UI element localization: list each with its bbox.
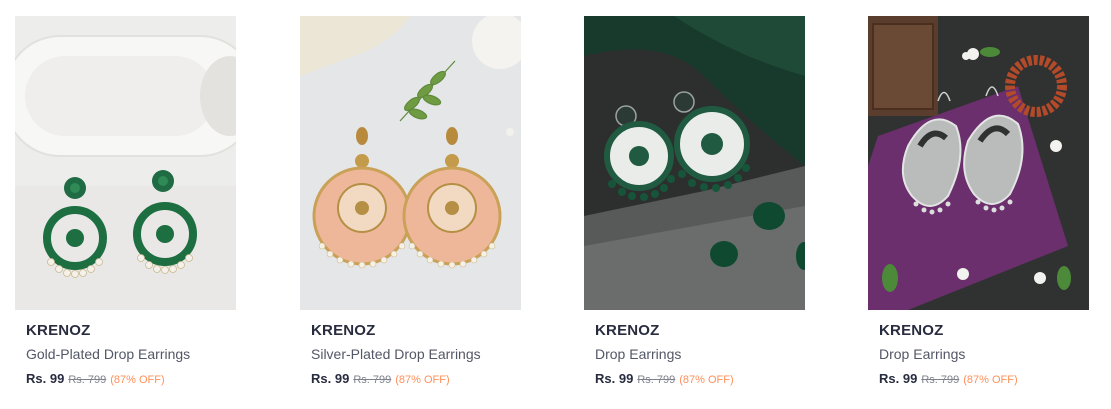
product-image[interactable]: [584, 16, 805, 310]
earrings-image: [868, 16, 1089, 310]
price-row: Rs. 99 Rs. 799 (87% OFF): [595, 371, 805, 388]
product-card[interactable]: KRENOZ Drop Earrings Rs. 99 Rs. 799 (87% O…: [584, 16, 805, 388]
product-discount: (87% OFF): [395, 374, 450, 386]
earrings-image: [15, 16, 236, 310]
product-brand: KRENOZ: [879, 322, 944, 339]
product-name: Drop Earrings: [595, 346, 682, 362]
price-row: Rs. 99 Rs. 799 (87% OFF): [879, 371, 1089, 388]
product-info[interactable]: KRENOZ Gold-Plated Drop Earrings Rs. 99 R…: [15, 310, 236, 388]
product-discount: (87% OFF): [963, 374, 1018, 386]
product-brand: KRENOZ: [26, 322, 91, 339]
earrings-image: [584, 16, 805, 310]
product-mrp: Rs. 799: [637, 374, 676, 386]
product-name: Silver-Plated Drop Earrings: [311, 346, 481, 362]
product-info[interactable]: KRENOZ Drop Earrings Rs. 99 Rs. 799 (87% O…: [584, 310, 805, 388]
product-mrp: Rs. 799: [921, 374, 960, 386]
product-info[interactable]: KRENOZ Silver-Plated Drop Earrings Rs. 9…: [300, 310, 521, 388]
product-price: Rs. 99: [311, 371, 350, 386]
price-row: Rs. 99 Rs. 799 (87% OFF): [311, 371, 521, 388]
product-card[interactable]: KRENOZ Gold-Plated Drop Earrings Rs. 99 R…: [15, 16, 236, 388]
price-row: Rs. 99 Rs. 799 (87% OFF): [26, 371, 236, 388]
product-discount: (87% OFF): [679, 374, 734, 386]
product-price: Rs. 99: [879, 371, 918, 386]
product-grid: KRENOZ Gold-Plated Drop Earrings Rs. 99 R…: [0, 0, 1111, 409]
product-mrp: Rs. 799: [353, 374, 392, 386]
product-name: Drop Earrings: [879, 346, 966, 362]
product-image[interactable]: [868, 16, 1089, 310]
product-name: Gold-Plated Drop Earrings: [26, 346, 191, 362]
product-card[interactable]: KRENOZ Silver-Plated Drop Earrings Rs. 9…: [300, 16, 521, 388]
product-card[interactable]: KRENOZ Drop Earrings Rs. 99 Rs. 799 (87% O…: [868, 16, 1089, 388]
product-mrp: Rs. 799: [68, 374, 107, 386]
product-image[interactable]: [15, 16, 236, 310]
product-info[interactable]: KRENOZ Drop Earrings Rs. 99 Rs. 799 (87% O…: [868, 310, 1089, 388]
product-image[interactable]: [300, 16, 521, 310]
product-brand: KRENOZ: [595, 322, 660, 339]
product-discount: (87% OFF): [110, 374, 165, 386]
product-price: Rs. 99: [26, 371, 65, 386]
earrings-image: [300, 16, 521, 310]
product-price: Rs. 99: [595, 371, 634, 386]
product-brand: KRENOZ: [311, 322, 376, 339]
